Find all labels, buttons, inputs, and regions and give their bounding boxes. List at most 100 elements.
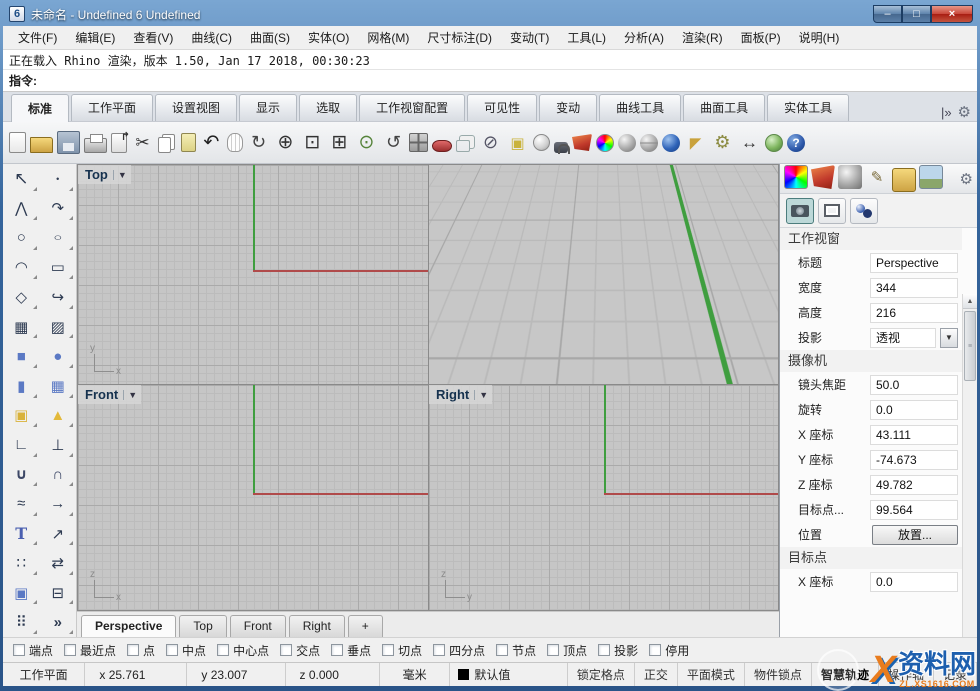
solid-edit-icon[interactable] bbox=[3, 578, 40, 608]
named-cplane-icon[interactable] bbox=[506, 131, 529, 154]
zoom-selected-icon[interactable] bbox=[355, 131, 378, 154]
display-mode-icon[interactable] bbox=[432, 140, 452, 152]
lock-icon[interactable] bbox=[554, 142, 568, 153]
render-preview-icon[interactable] bbox=[640, 134, 658, 152]
osnap-checkbox[interactable] bbox=[13, 644, 25, 656]
menu-item[interactable]: 曲线(C) bbox=[182, 26, 241, 49]
menu-item[interactable]: 分析(A) bbox=[615, 26, 673, 49]
minimize-button[interactable]: – bbox=[873, 5, 902, 23]
viewport-front[interactable]: Front ▼ z x bbox=[78, 385, 428, 610]
menu-item[interactable]: 文件(F) bbox=[9, 26, 66, 49]
status-toggle[interactable]: 正交 bbox=[635, 663, 678, 686]
cplane-button[interactable]: 工作平面 bbox=[3, 663, 85, 686]
osnap-checkbox[interactable] bbox=[598, 644, 610, 656]
tabstrip-gear-icon[interactable]: ⚙ bbox=[958, 103, 971, 121]
viewport-menu-chevron-icon[interactable]: ▼ bbox=[514, 170, 528, 180]
viewport-top-label[interactable]: Top ▼ bbox=[78, 165, 131, 184]
panel-scrollbar[interactable]: ▲ ≡ bbox=[962, 294, 977, 637]
dropdown-arrow-icon[interactable]: ▼ bbox=[940, 328, 958, 348]
layer-indicator[interactable]: 默认值 bbox=[450, 663, 567, 686]
property-value[interactable]: 0.0 bbox=[870, 400, 958, 420]
panel-subtab[interactable] bbox=[818, 198, 846, 224]
viewport-perspective[interactable]: Perspective ▼ z x y bbox=[429, 165, 778, 384]
cut-icon[interactable] bbox=[131, 131, 154, 154]
polygon-icon[interactable] bbox=[3, 282, 40, 312]
fillet-corner-icon[interactable] bbox=[40, 282, 77, 312]
command-prompt[interactable]: 指令: bbox=[3, 70, 977, 92]
osnap-item[interactable]: 中点 bbox=[166, 642, 206, 659]
render-blue-icon[interactable] bbox=[662, 134, 680, 152]
toolbar-tab[interactable]: 实体工具 bbox=[767, 94, 849, 121]
menu-item[interactable]: 说明(H) bbox=[790, 26, 849, 49]
unroll-icon[interactable] bbox=[40, 578, 77, 608]
menu-item[interactable]: 工具(L) bbox=[558, 26, 615, 49]
boolean-difference-icon[interactable] bbox=[40, 460, 77, 490]
render-icon[interactable] bbox=[618, 134, 636, 152]
property-value[interactable]: 99.564 bbox=[870, 500, 958, 520]
lights-icon[interactable] bbox=[533, 134, 550, 151]
osnap-checkbox[interactable] bbox=[649, 644, 661, 656]
osnap-checkbox[interactable] bbox=[547, 644, 559, 656]
ellipse-icon[interactable] bbox=[40, 223, 77, 253]
viewport-tab[interactable]: Perspective bbox=[81, 615, 176, 637]
scrollbar-thumb[interactable]: ≡ bbox=[964, 311, 976, 381]
viewport-front-label[interactable]: Front ▼ bbox=[78, 385, 141, 404]
osnap-checkbox[interactable] bbox=[64, 644, 76, 656]
osnap-item[interactable]: 最近点 bbox=[64, 642, 116, 659]
toolbar-tab[interactable]: 标准 bbox=[11, 94, 69, 122]
viewport-top[interactable]: Top ▼ y x bbox=[78, 165, 428, 384]
undo-view-icon[interactable] bbox=[382, 131, 405, 154]
zoom-window-icon[interactable] bbox=[301, 131, 324, 154]
panel-environment-icon[interactable] bbox=[838, 165, 862, 189]
options-icon[interactable] bbox=[711, 131, 734, 154]
osnap-item[interactable]: 垂点 bbox=[331, 642, 371, 659]
panel-folder-icon[interactable] bbox=[892, 168, 916, 192]
property-value[interactable]: 344 bbox=[870, 278, 958, 298]
viewport-perspective-label[interactable]: Perspective ▼ bbox=[429, 165, 532, 184]
toolbar-tab[interactable]: 工作平面 bbox=[71, 94, 153, 121]
property-value[interactable]: Perspective bbox=[870, 253, 958, 273]
fillet-icon[interactable] bbox=[40, 401, 77, 431]
select-icon[interactable] bbox=[3, 164, 40, 194]
property-value[interactable]: 43.111 bbox=[870, 425, 958, 445]
rectangle-icon[interactable] bbox=[40, 253, 77, 283]
earth-icon[interactable] bbox=[765, 134, 783, 152]
osnap-item[interactable]: 四分点 bbox=[433, 642, 485, 659]
save-icon[interactable] bbox=[57, 131, 80, 154]
toolbar-tab[interactable]: 曲面工具 bbox=[683, 94, 765, 121]
copy-icon[interactable] bbox=[158, 137, 171, 153]
osnap-checkbox[interactable] bbox=[280, 644, 292, 656]
selection-filter-icon[interactable] bbox=[684, 131, 707, 154]
osnap-item[interactable]: 节点 bbox=[496, 642, 536, 659]
osnap-item[interactable]: 切点 bbox=[382, 642, 422, 659]
rotate-view-icon[interactable] bbox=[247, 131, 270, 154]
new-file-icon[interactable] bbox=[9, 132, 26, 153]
menu-item[interactable]: 渲染(R) bbox=[673, 26, 732, 49]
panel-image-icon[interactable] bbox=[919, 165, 943, 189]
control-curve-icon[interactable] bbox=[40, 194, 77, 224]
toolbar-tab[interactable]: 设置视图 bbox=[155, 94, 237, 121]
panel-subtab[interactable] bbox=[850, 198, 878, 224]
panel-color-icon[interactable] bbox=[784, 165, 808, 189]
blend-curve-icon[interactable] bbox=[3, 489, 40, 519]
osnap-item[interactable]: 停用 bbox=[649, 642, 689, 659]
property-value[interactable]: 0.0 bbox=[870, 572, 958, 592]
property-value[interactable]: -74.673 bbox=[870, 450, 958, 470]
paste-icon[interactable] bbox=[181, 133, 196, 152]
viewport-menu-chevron-icon[interactable]: ▼ bbox=[123, 390, 137, 400]
osnap-item[interactable]: 交点 bbox=[280, 642, 320, 659]
text-icon[interactable] bbox=[3, 519, 40, 549]
array-icon[interactable] bbox=[3, 548, 40, 578]
menu-item[interactable]: 变动(T) bbox=[501, 26, 558, 49]
dimension-icon[interactable] bbox=[738, 131, 761, 154]
polyline-icon[interactable] bbox=[3, 194, 40, 224]
property-value[interactable]: 放置... bbox=[872, 525, 958, 545]
titlebar[interactable]: 6 未命名 - Undefined 6 Undefined – □ × bbox=[3, 0, 977, 26]
scroll-up-arrow-icon[interactable]: ▲ bbox=[963, 294, 977, 309]
boolean-union-icon[interactable] bbox=[3, 460, 40, 490]
cplane-icon[interactable] bbox=[479, 131, 502, 154]
split-icon[interactable] bbox=[40, 430, 77, 460]
status-toggle[interactable]: 平面模式 bbox=[678, 663, 745, 686]
property-value[interactable]: 216 bbox=[870, 303, 958, 323]
print-icon[interactable] bbox=[84, 138, 107, 153]
